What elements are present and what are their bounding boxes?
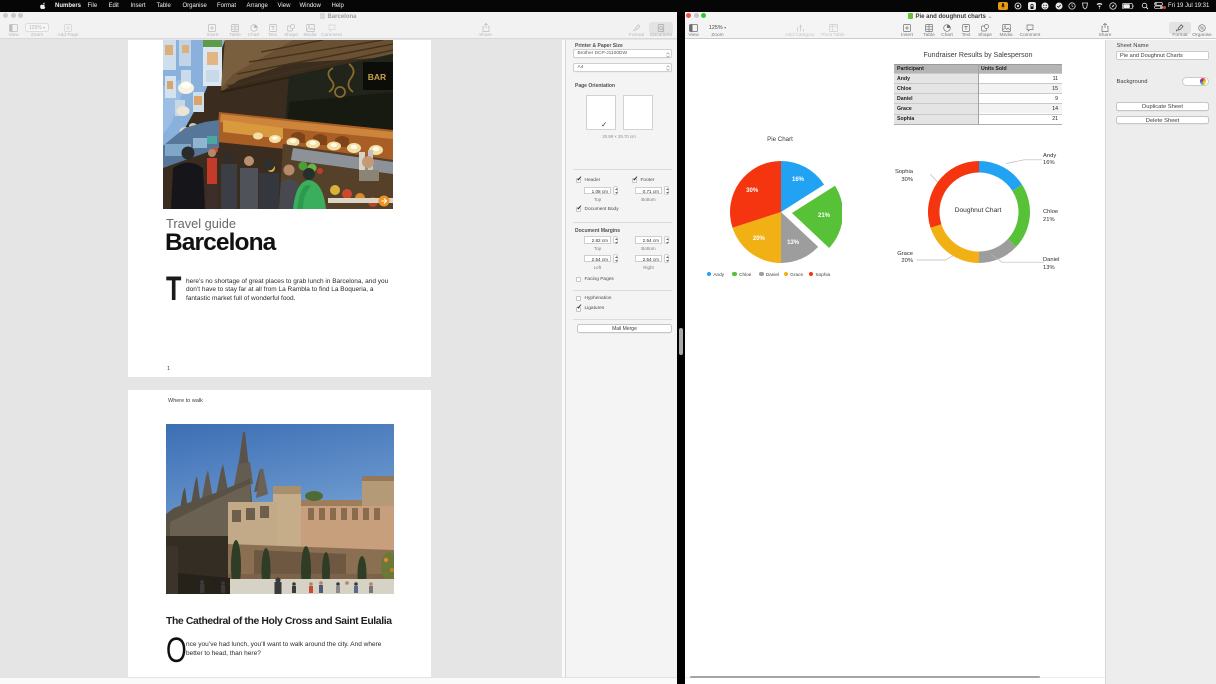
svg-text:BAR: BAR bbox=[368, 72, 386, 82]
